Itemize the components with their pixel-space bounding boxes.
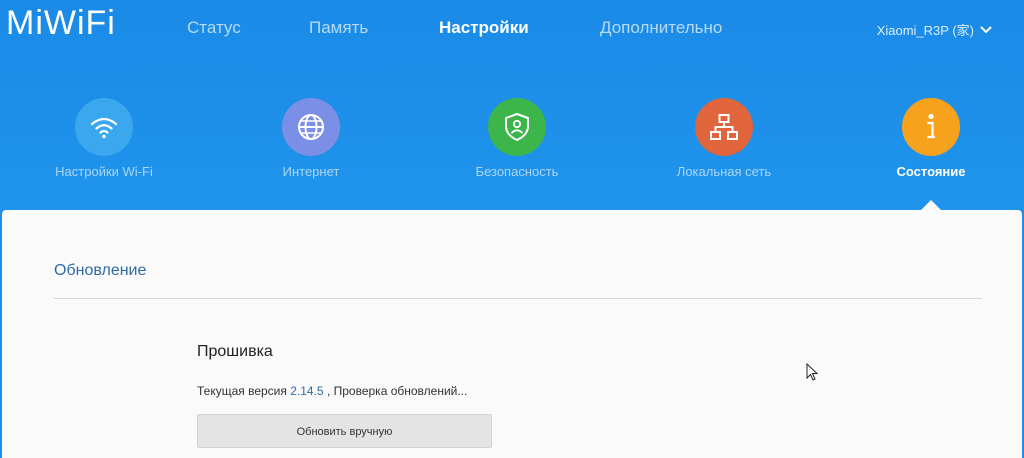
router-selector[interactable]: Xiaomi_R3P (家) [877,20,992,39]
content-panel: Обновление Прошивка Текущая версия 2.14.… [2,210,1022,458]
nav-memory[interactable]: Память [309,18,368,38]
main-nav: Статус Память Настройки Дополнительно [0,18,1024,40]
firmware-title: Прошивка [197,343,273,360]
wifi-icon [75,98,133,156]
nav-advanced[interactable]: Дополнительно [600,18,722,38]
tile-label: Интернет [282,164,340,179]
manual-update-button[interactable]: Обновить вручную [197,414,492,448]
mouse-cursor-icon [806,362,819,386]
tile-security[interactable]: Безопасность [437,98,597,179]
shield-icon [488,98,546,156]
tile-local-network[interactable]: Локальная сеть [644,98,804,179]
divider [54,298,982,299]
chevron-down-icon [980,25,992,34]
tile-status[interactable]: Состояние [851,98,1011,179]
globe-icon [282,98,340,156]
firmware-version: 2.14.5 [290,384,324,398]
tile-label: Состояние [896,164,966,179]
tile-label: Настройки Wi-Fi [55,164,153,179]
nav-settings[interactable]: Настройки [439,18,529,38]
info-icon [902,98,960,156]
tile-internet[interactable]: Интернет [231,98,391,179]
current-version-label: Текущая версия [197,384,287,398]
tile-wifi-settings[interactable]: Настройки Wi-Fi [24,98,184,179]
update-check-status: , Проверка обновлений... [326,384,468,398]
tile-label: Безопасность [475,164,559,179]
firmware-version-line: Текущая версия 2.14.5 , Проверка обновле… [197,384,467,398]
router-name: Xiaomi_R3P (家) [876,23,974,38]
network-icon [695,98,753,156]
tile-label: Локальная сеть [676,164,772,179]
top-header: MiWiFi Статус Память Настройки Дополните… [0,0,1024,211]
nav-status[interactable]: Статус [187,18,241,38]
section-title: Обновление [54,262,147,279]
